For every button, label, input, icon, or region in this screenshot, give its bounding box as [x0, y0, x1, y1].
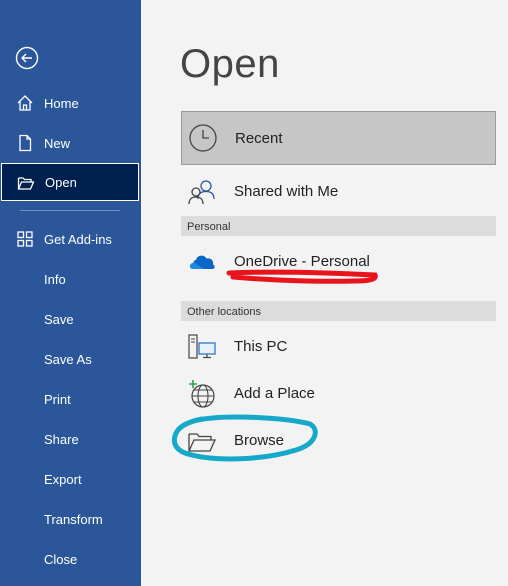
nav-divider — [20, 210, 120, 211]
nav-item-save-as[interactable]: Save As — [0, 340, 139, 378]
location-recent[interactable]: Recent — [181, 111, 496, 165]
nav-item-new[interactable]: New — [0, 124, 139, 162]
nav-item-info[interactable]: Info — [0, 260, 139, 298]
location-this-pc[interactable]: This PC — [181, 323, 496, 369]
new-document-icon — [19, 134, 32, 152]
computer-icon — [188, 334, 216, 359]
location-add-a-place[interactable]: Add a Place — [181, 370, 496, 416]
location-onedrive-personal[interactable]: OneDrive - Personal — [181, 238, 496, 284]
nav-item-print[interactable]: Print — [0, 380, 139, 418]
nav-item-label: Save — [44, 311, 74, 327]
nav-item-open[interactable]: Open — [1, 163, 139, 201]
clock-icon — [189, 124, 217, 152]
nav-item-label: Info — [44, 271, 66, 287]
nav-item-close[interactable]: Close — [0, 540, 139, 578]
nav-item-export[interactable]: Export — [0, 460, 139, 498]
nav-item-label: Export — [44, 471, 82, 487]
nav-item-label: Home — [44, 95, 79, 111]
nav-item-label: Open — [45, 174, 77, 190]
nav-item-home[interactable]: Home — [0, 84, 139, 122]
nav-item-share[interactable]: Share — [0, 420, 139, 458]
add-place-globe-icon — [189, 380, 215, 408]
nav-item-transform[interactable]: Transform — [0, 500, 139, 538]
open-folder-icon — [17, 177, 35, 190]
nav-item-label: Print — [44, 391, 71, 407]
page-title: Open — [180, 42, 280, 86]
nav-item-label: Save As — [44, 351, 92, 367]
open-pane — [141, 0, 508, 586]
nav-item-label: Transform — [44, 511, 103, 527]
section-header-other-locations: Other locations — [181, 301, 496, 321]
home-icon — [17, 95, 33, 111]
browse-folder-icon — [188, 433, 217, 452]
location-shared-with-me[interactable]: Shared with Me — [181, 168, 496, 214]
nav-item-label: New — [44, 135, 71, 151]
location-label: Browse — [234, 432, 285, 449]
nav-item-label: Share — [44, 431, 79, 447]
location-label: This PC — [234, 338, 288, 355]
nav-item-label: Get Add-ins — [44, 231, 112, 247]
backstage-sidebar: Home New Open Get Add-ins Info Save Save… — [0, 0, 141, 586]
add-ins-icon — [17, 231, 33, 247]
location-label: Recent — [235, 130, 283, 147]
back-arrow-icon[interactable] — [15, 46, 39, 70]
onedrive-cloud-icon — [190, 255, 215, 269]
location-browse[interactable]: Browse — [181, 417, 496, 463]
location-label: Shared with Me — [234, 183, 339, 200]
location-label: Add a Place — [234, 385, 315, 402]
nav-item-save[interactable]: Save — [0, 300, 139, 338]
location-label: OneDrive - Personal — [234, 253, 370, 270]
shared-people-icon — [188, 180, 215, 205]
nav-item-label: Close — [44, 551, 78, 567]
nav-item-get-add-ins[interactable]: Get Add-ins — [0, 220, 139, 258]
section-header-personal: Personal — [181, 216, 496, 236]
